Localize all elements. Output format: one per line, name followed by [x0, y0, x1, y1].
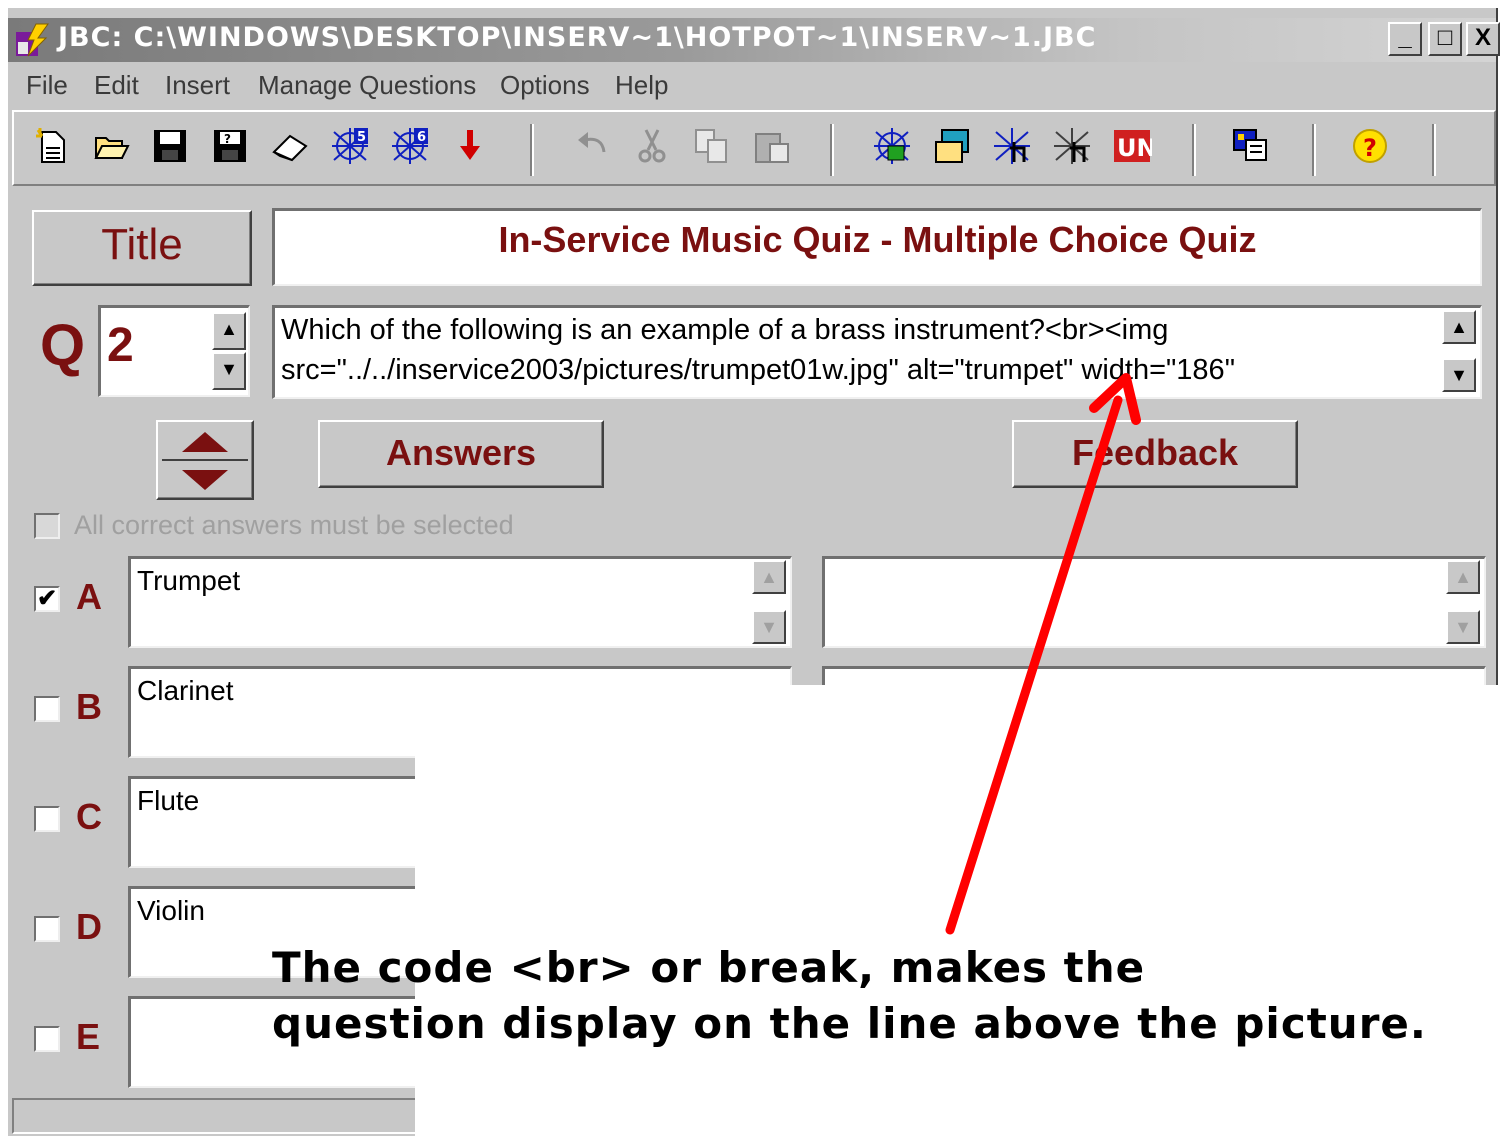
red-arrow-icon [945, 373, 1141, 935]
